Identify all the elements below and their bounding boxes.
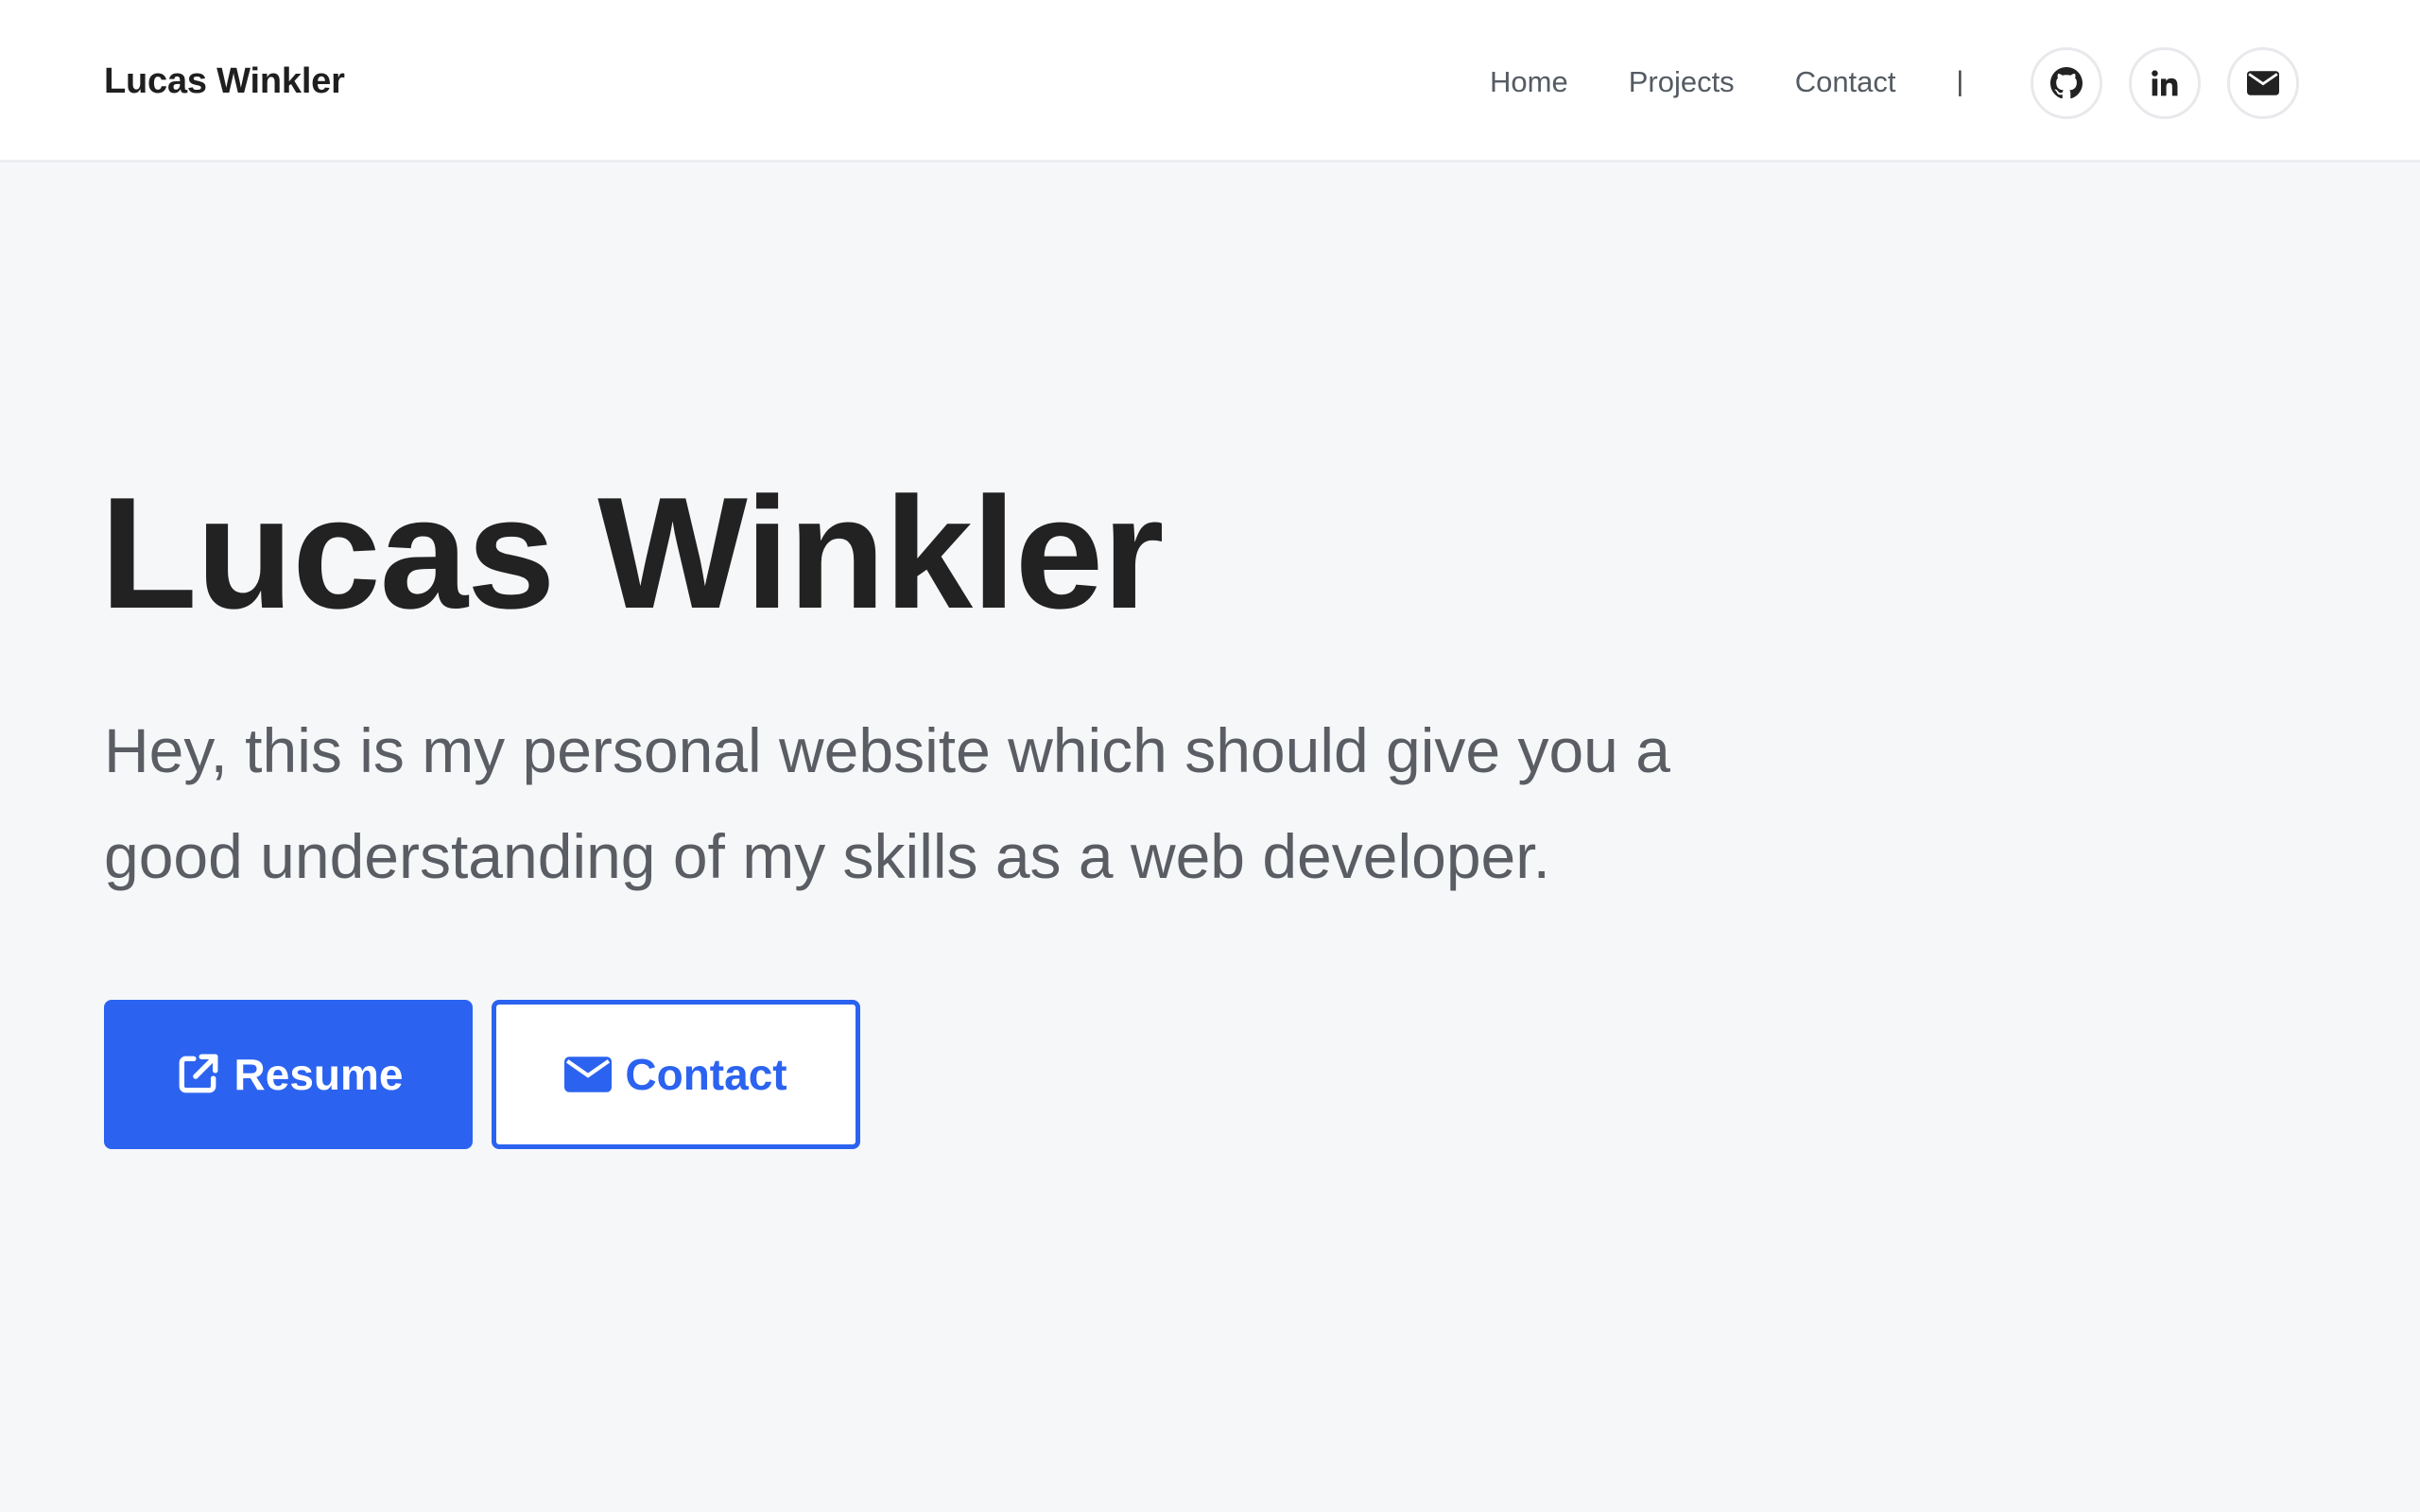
main-nav: Home Projects Contact |	[1490, 62, 1963, 102]
github-link[interactable]	[2031, 47, 2102, 119]
nav-link-contact[interactable]: Contact	[1795, 62, 1896, 102]
github-icon	[2050, 67, 2083, 99]
top-navbar: Lucas Winkler Home Projects Contact |	[0, 0, 2420, 163]
nav-link-projects[interactable]: Projects	[1629, 62, 1735, 102]
contact-button-label: Contact	[625, 1050, 787, 1099]
resume-button-label: Resume	[233, 1050, 404, 1099]
hero-intro-text: Hey, this is my personal website which s…	[104, 715, 1670, 891]
nav-separator: |	[1956, 66, 1964, 97]
envelope-icon	[2247, 71, 2279, 95]
external-link-icon	[174, 1051, 221, 1098]
brand-name[interactable]: Lucas Winkler	[104, 59, 345, 104]
envelope-icon	[564, 1057, 613, 1092]
linkedin-link[interactable]	[2129, 47, 2201, 119]
email-link[interactable]	[2227, 47, 2299, 119]
hero-title: Lucas Winkler	[100, 464, 1165, 642]
linkedin-icon	[2152, 70, 2178, 96]
nav-link-home[interactable]: Home	[1490, 62, 1568, 102]
resume-button[interactable]: Resume	[104, 1000, 473, 1149]
contact-button[interactable]: Contact	[492, 1000, 860, 1149]
